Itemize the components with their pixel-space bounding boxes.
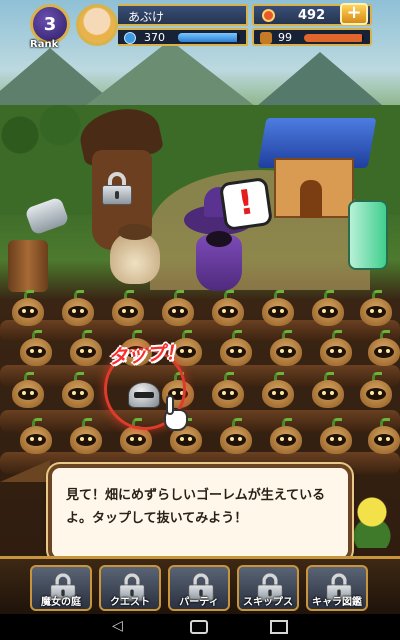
yellow-flower [352,488,392,548]
mandrake-sprout[interactable] [208,372,248,408]
pointing-hand-icon [160,395,190,433]
mandrake-sprout[interactable] [316,418,356,454]
nav-label: パーティ [179,597,219,608]
mandrake-sprout[interactable] [66,418,106,454]
tutorial-dialog[interactable]: 見て！畑にめずらしいゴーレムが生えているよ。タップして抜いてみよう！ [48,464,352,562]
mandrake-sprout[interactable] [216,330,256,366]
mandrake-sprout[interactable] [258,290,298,326]
buy-coins-button[interactable]: + [340,3,368,25]
house-door [300,180,322,218]
potion-bottle[interactable] [348,200,388,270]
nav-item-quest[interactable]: クエスト [99,565,161,611]
stamina-value: 370 [144,31,165,44]
stamina-bar [178,33,240,42]
mandrake-sprout[interactable] [356,290,396,326]
growth-bar-fill [304,34,363,42]
nav-item-character-book[interactable]: キャラ図鑑 [306,565,368,611]
system-nav-bar: ◁ [0,614,400,640]
nav-label: スキップス [243,597,293,608]
growth-bar [304,34,364,42]
nav-label: クエスト [110,597,150,608]
watering-can-body [24,196,70,236]
lock-icon [102,172,132,205]
mandrake-sprout[interactable] [266,330,306,366]
mandrake-sprout[interactable] [108,290,148,326]
nav-label: キャラ図鑑 [312,597,362,608]
stamina-icon [124,32,136,44]
nav-item-witch-garden[interactable]: 魔女の庭 [30,565,92,611]
recents-icon[interactable] [270,620,288,634]
mandrake-sprout[interactable] [266,418,306,454]
mandrake-sprout[interactable] [308,290,348,326]
barrel [8,240,48,292]
nav-item-party[interactable]: パーティ [168,565,230,611]
mandrake-sprout[interactable] [16,330,56,366]
mandrake-sprout[interactable] [364,330,400,366]
dialog-tail [0,460,50,482]
mandrake-sprout[interactable] [208,290,248,326]
mandrake-sprout[interactable] [8,290,48,326]
mandrake-sprout[interactable] [66,330,106,366]
rank-label: Rank [30,39,59,50]
growth-icon [260,32,272,44]
seed-sack[interactable] [110,224,160,284]
mandrake-sprout[interactable] [58,290,98,326]
nav-item-skips[interactable]: スキップス [237,565,299,611]
mandrake-sprout[interactable] [364,418,400,454]
growth-value: 99 [278,31,292,44]
mandrake-sprout[interactable] [216,418,256,454]
house-wall [274,158,354,218]
coin-icon [262,9,275,22]
bottom-menu: 魔女の庭 クエスト パーティ スキップス キャラ図鑑 [0,556,400,614]
stamina-gauge: 370 [118,28,248,46]
alert-bubble[interactable]: ! [218,176,274,232]
coin-value: 492 [298,8,326,23]
nav-label: 魔女の庭 [41,597,81,608]
witch-face [206,231,232,247]
mandrake-sprout[interactable] [158,290,198,326]
dialog-text: 見て！畑にめずらしいゴーレムが生えているよ。タップして抜いてみよう！ [66,488,326,526]
tap-label: タップ！ [107,341,185,369]
mandrake-sprout[interactable] [356,372,396,408]
mandrake-sprout[interactable] [8,372,48,408]
player-name: あぶけ [118,4,248,26]
mandrake-sprout[interactable] [308,372,348,408]
mountain [250,52,390,112]
status-header: 3 Rank あぶけ 370 492 + 99 [0,0,400,52]
mandrake-sprout[interactable] [58,372,98,408]
rank-badge: 3 [30,4,70,44]
home-icon[interactable] [190,620,208,634]
mandrake-sprout[interactable] [16,418,56,454]
mandrake-sprout[interactable] [316,330,356,366]
game-scene: ! タップ！ 見て！畑にめずらしいゴーレムが生えているよ。タップして抜いてみよう… [0,0,400,610]
mandrake-sprout[interactable] [258,372,298,408]
stamina-bar-fill [178,33,237,42]
golem-sprout[interactable] [126,378,162,408]
back-icon[interactable]: ◁ [112,618,123,634]
growth-gauge: 99 [252,28,372,46]
player-avatar[interactable] [76,4,118,46]
golem-visor [134,392,154,398]
